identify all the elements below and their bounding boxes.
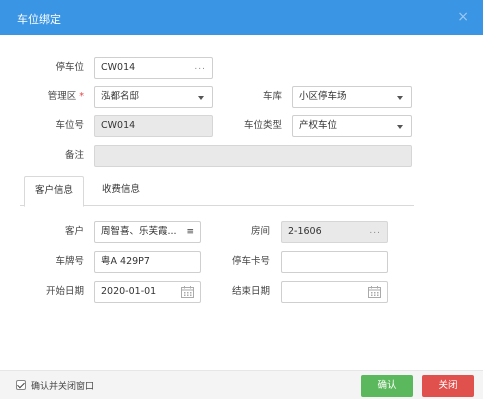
plate-value: 粤A 429P7 [101, 256, 150, 267]
start-date-label: 开始日期 [45, 286, 84, 297]
end-date-label: 结束日期 [231, 286, 270, 297]
space-type-label: 车位类型 [243, 120, 282, 131]
garage-select[interactable]: 小区停车场 [292, 86, 412, 108]
space-value: CW014 [101, 62, 136, 73]
dialog-footer: 确认并关闭窗口 确认 关闭 [0, 370, 483, 399]
space-field[interactable]: CW014 ... [94, 57, 213, 79]
confirm-button[interactable]: 确认 [361, 375, 413, 397]
confirm-close-label[interactable]: 确认并关闭窗口 [31, 379, 94, 392]
space-label: 停车位 [55, 62, 84, 73]
card-input[interactable] [281, 251, 388, 273]
space-type-select[interactable]: 产权车位 [292, 115, 412, 137]
more-icon[interactable]: ... [194, 58, 206, 76]
space-no-value: CW014 [101, 120, 136, 131]
chevron-down-icon [397, 125, 403, 129]
area-value: 泓都名邸 [101, 91, 140, 102]
remark-field[interactable] [94, 145, 412, 167]
chevron-down-icon [397, 96, 403, 100]
confirm-close-checkbox[interactable] [16, 380, 26, 390]
dialog-title: 车位绑定 [17, 13, 61, 26]
area-select[interactable]: 泓都名邸 [94, 86, 213, 108]
close-icon[interactable]: × [457, 9, 469, 25]
end-date-input[interactable] [281, 281, 388, 303]
start-date-input[interactable]: 2020-01-01 [94, 281, 201, 303]
plate-label: 车牌号 [55, 256, 84, 267]
garage-label: 车库 [262, 91, 282, 102]
dialog-titlebar: 车位绑定 × [0, 0, 483, 35]
menu-icon[interactable]: ≡ [186, 222, 194, 242]
tab-fee-info[interactable]: 收费信息 [90, 176, 152, 206]
room-label: 房间 [250, 226, 270, 237]
client-value: 周智喜、乐芙霞... [101, 226, 177, 237]
space-no-label: 车位号 [55, 120, 84, 131]
client-label: 客户 [64, 226, 84, 237]
space-no-field: CW014 [94, 115, 213, 137]
area-label: 管理区 * [24, 86, 84, 108]
tab-customer-info[interactable]: 客户信息 [24, 176, 84, 207]
area-label-text: 管理区 [47, 91, 77, 102]
space-type-value: 产权车位 [299, 120, 338, 131]
room-value: 2-1606 [288, 226, 322, 237]
chevron-down-icon [198, 96, 204, 100]
remark-label: 备注 [64, 150, 84, 161]
plate-input[interactable]: 粤A 429P7 [94, 251, 201, 273]
required-mark: * [79, 91, 84, 102]
calendar-icon[interactable] [181, 286, 194, 298]
client-field[interactable]: 周智喜、乐芙霞... ≡ [94, 221, 201, 243]
close-button[interactable]: 关闭 [422, 375, 474, 397]
room-field[interactable]: 2-1606 ... [281, 221, 388, 243]
calendar-icon[interactable] [368, 286, 381, 298]
card-label: 停车卡号 [231, 256, 270, 267]
start-date-value: 2020-01-01 [101, 286, 157, 297]
more-icon[interactable]: ... [369, 222, 381, 240]
tab-bar: 客户信息 收费信息 [20, 176, 414, 207]
garage-value: 小区停车场 [299, 91, 347, 102]
